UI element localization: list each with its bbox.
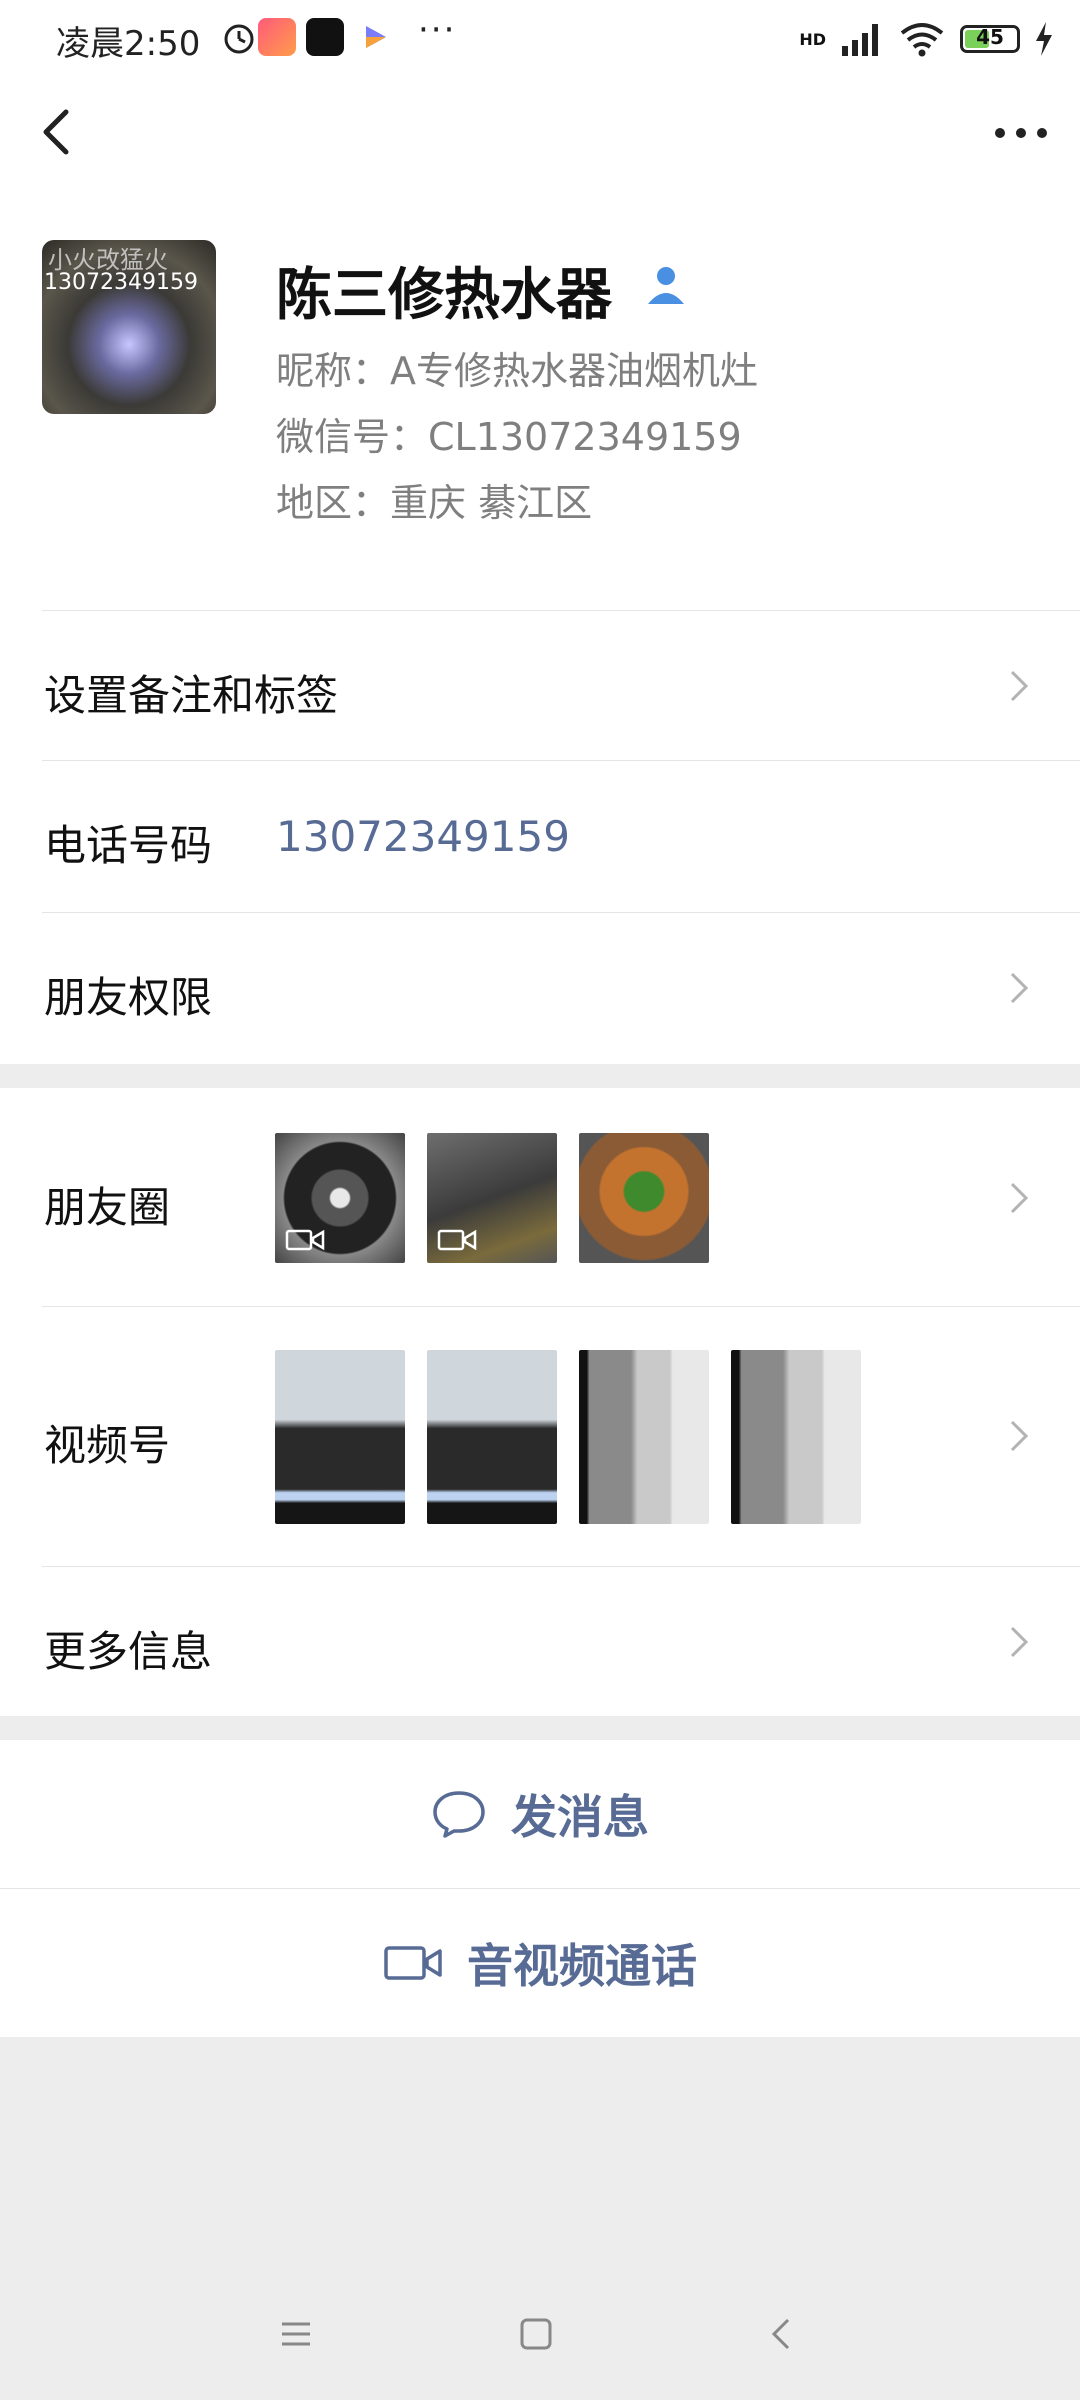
av-call-label: 音视频通话 — [467, 1939, 697, 1993]
profile-region: 地区：重庆 綦江区 — [276, 481, 593, 525]
chevron-right-icon — [1010, 1420, 1029, 1452]
app-notification-icon — [258, 18, 296, 56]
channels-thumbnail[interactable] — [579, 1350, 709, 1524]
video-camera-icon — [384, 1946, 442, 1980]
chevron-right-icon — [1010, 1182, 1029, 1214]
chat-bubble-icon — [433, 1791, 485, 1838]
chevron-right-icon — [1010, 670, 1029, 702]
channels-thumbnail[interactable] — [427, 1350, 557, 1524]
video-camera-icon — [285, 1229, 325, 1251]
moments-label: 朋友圈 — [44, 1183, 171, 1232]
phone-number-link[interactable]: 13072349159 — [276, 812, 570, 861]
status-bar: 凌晨2:50 ··· HD 45 — [0, 0, 1080, 78]
remark-tags-row[interactable]: 设置备注和标签 — [0, 610, 1080, 760]
battery-level: 45 — [976, 25, 1004, 49]
avatar[interactable]: 小火改猛火 13072349159 — [42, 240, 216, 414]
moments-thumbnail[interactable] — [275, 1133, 405, 1263]
avatar-caption-number: 13072349159 — [44, 270, 198, 295]
signal-icon — [842, 24, 878, 56]
profile-name: 陈三修热水器 — [276, 263, 612, 328]
wifi-icon — [900, 23, 944, 57]
profile-nickname: 昵称：A专修热水器油烟机灶 — [276, 349, 758, 393]
profile-header: 小火改猛火 13072349159 陈三修热水器 昵称：A专修热水器油烟机灶 微… — [0, 190, 1080, 610]
friend-permissions-row[interactable]: 朋友权限 — [0, 912, 1080, 1064]
chevron-right-icon — [1010, 972, 1029, 1004]
charging-icon — [1036, 22, 1052, 56]
phone-label: 电话号码 — [44, 821, 213, 870]
battery-icon: 45 — [960, 25, 1020, 53]
top-bar — [0, 78, 1080, 190]
phone-row: 电话号码 13072349159 — [0, 760, 1080, 912]
chevron-right-icon — [1010, 1626, 1029, 1658]
more-dots-icon[interactable] — [986, 108, 1056, 158]
moments-row[interactable]: 朋友圈 — [0, 1088, 1080, 1306]
av-call-button[interactable]: 音视频通话 — [0, 1889, 1080, 2037]
channels-label: 视频号 — [44, 1421, 171, 1470]
video-app-icon — [366, 26, 386, 48]
system-nav-bar — [0, 2270, 1080, 2390]
video-camera-icon — [437, 1229, 477, 1251]
moments-thumbnail[interactable] — [579, 1133, 709, 1263]
remark-tags-label: 设置备注和标签 — [44, 671, 339, 720]
more-info-row[interactable]: 更多信息 — [0, 1566, 1080, 1716]
verified-person-icon — [648, 267, 684, 304]
moments-thumbnail[interactable] — [427, 1133, 557, 1263]
chevron-left-icon[interactable] — [30, 102, 90, 162]
send-message-button[interactable]: 发消息 — [0, 1740, 1080, 1888]
send-message-label: 发消息 — [511, 1790, 649, 1844]
more-notifications-icon: ··· — [418, 10, 457, 50]
alarm-icon — [224, 24, 254, 54]
friend-permissions-label: 朋友权限 — [44, 973, 213, 1022]
network-hd-label: HD — [799, 29, 826, 49]
back-icon[interactable] — [760, 2312, 804, 2356]
channels-thumbnail[interactable] — [731, 1350, 861, 1524]
profile-wechat-id: 微信号：CL13072349159 — [276, 415, 742, 459]
menu-icon[interactable] — [274, 2312, 318, 2356]
douyin-icon — [306, 18, 344, 56]
more-info-label: 更多信息 — [44, 1627, 213, 1676]
channels-row[interactable]: 视频号 — [0, 1306, 1080, 1566]
home-icon[interactable] — [514, 2312, 558, 2356]
channels-thumbnail[interactable] — [275, 1350, 405, 1524]
status-time: 凌晨2:50 — [56, 24, 201, 64]
